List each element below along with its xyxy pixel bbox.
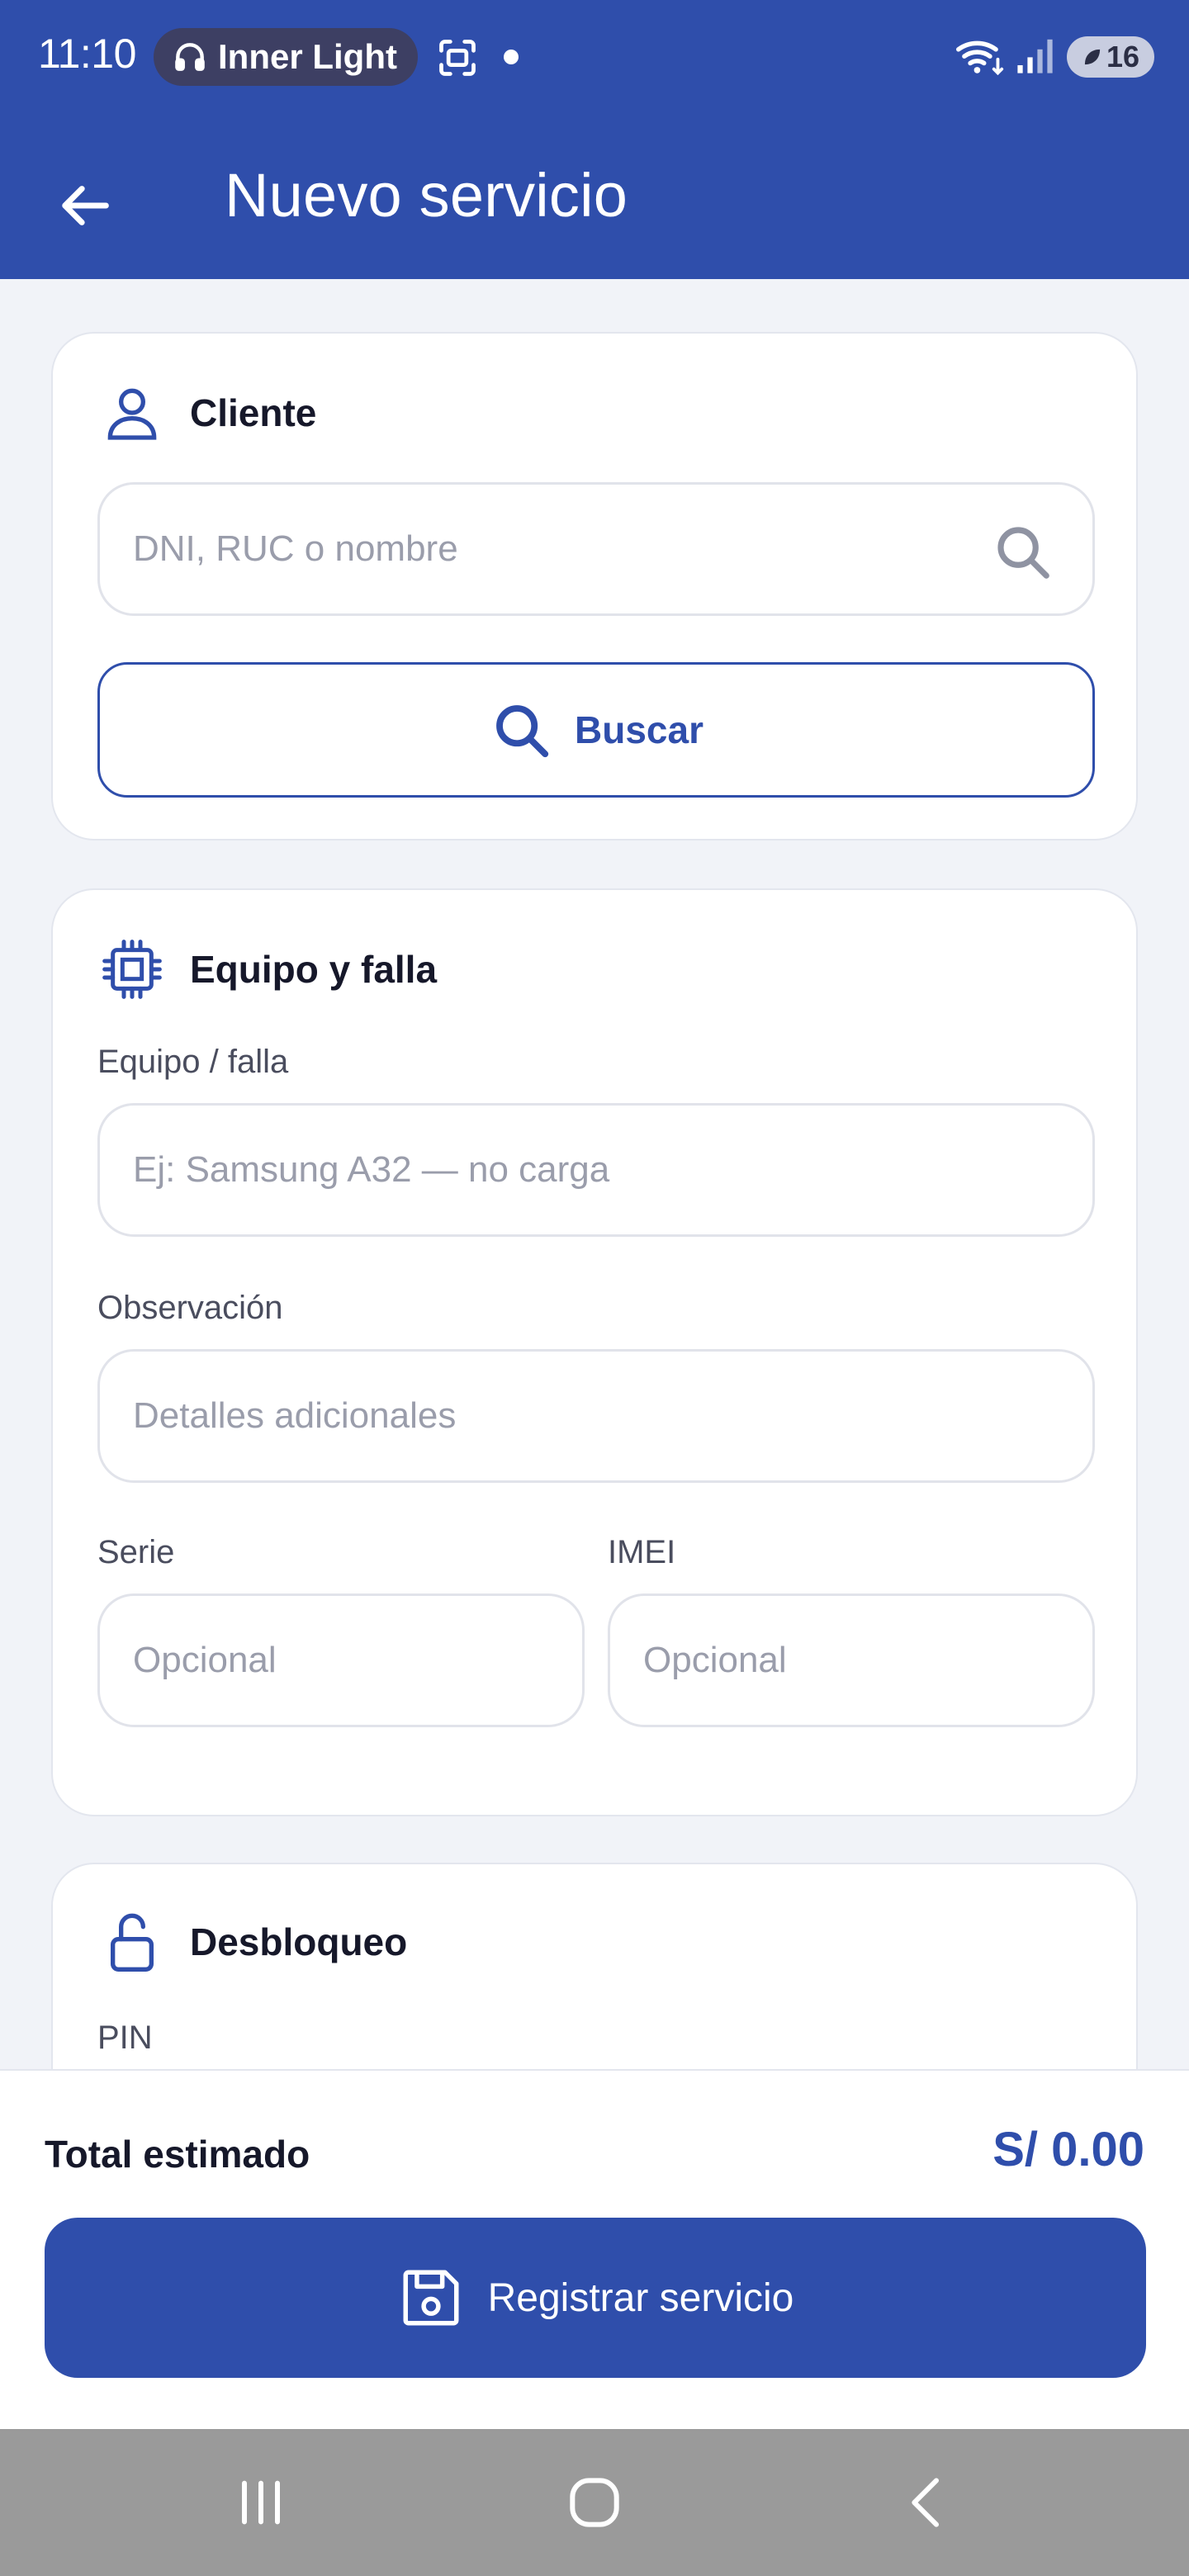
bottom-summary-panel: Total estimado S/ 0.00 Registrar servici…	[0, 2069, 1189, 2429]
wifi-icon	[956, 40, 1004, 76]
desbloqueo-header: Desbloqueo	[99, 1909, 407, 1975]
home-icon	[570, 2478, 619, 2527]
imei-field[interactable]	[608, 1593, 1095, 1727]
equipo-card: Equipo y falla Equipo / falla Observació…	[51, 888, 1138, 1816]
cliente-search-input[interactable]	[133, 528, 1092, 570]
app-bar: Nuevo servicio	[0, 132, 1189, 256]
serie-label: Serie	[97, 1534, 175, 1570]
battery-indicator: 16	[1067, 36, 1154, 78]
buscar-label: Buscar	[575, 708, 703, 751]
imei-label: IMEI	[608, 1534, 676, 1570]
signal-icon	[1017, 39, 1053, 73]
serie-field[interactable]	[97, 1593, 585, 1727]
headphones-icon	[175, 43, 205, 71]
unlock-icon	[111, 1913, 154, 1972]
arrow-left-icon	[62, 186, 109, 225]
pin-label: PIN	[97, 2020, 153, 2056]
buscar-button[interactable]: Buscar	[97, 662, 1095, 798]
equipo-falla-input[interactable]	[133, 1149, 1092, 1191]
status-bar: 11:10 Inner Light 16	[0, 0, 1189, 112]
back-button[interactable]	[51, 170, 122, 241]
equipo-title: Equipo y falla	[190, 948, 438, 991]
cliente-title: Cliente	[190, 391, 317, 434]
registrar-servicio-button[interactable]: Registrar servicio	[45, 2218, 1146, 2378]
screenshot-icon	[439, 40, 476, 76]
total-label: Total estimado	[45, 2133, 310, 2176]
desbloqueo-title: Desbloqueo	[190, 1920, 408, 1963]
equipo-falla-field[interactable]	[97, 1103, 1095, 1237]
equipo-header: Equipo y falla	[99, 936, 437, 1002]
observacion-label: Observación	[97, 1290, 283, 1326]
top-header: 11:10 Inner Light 16 Nuevo servicio	[0, 0, 1189, 279]
recent-apps-icon	[242, 2480, 280, 2525]
page-title: Nuevo servicio	[225, 161, 628, 230]
recent-apps-button[interactable]	[211, 2457, 310, 2548]
save-icon	[403, 2270, 459, 2326]
cliente-card: Cliente Buscar	[51, 332, 1138, 841]
observacion-input[interactable]	[133, 1395, 1092, 1437]
serie-input[interactable]	[133, 1640, 582, 1681]
search-icon	[496, 705, 549, 758]
total-value: S/ 0.00	[992, 2123, 1144, 2176]
battery-saver-leaf-icon	[1084, 49, 1101, 65]
cliente-header: Cliente	[99, 380, 316, 446]
media-indicator[interactable]: Inner Light	[154, 28, 418, 86]
media-title: Inner Light	[218, 37, 397, 76]
registrar-servicio-label: Registrar servicio	[487, 2275, 794, 2320]
notification-dot-icon	[504, 50, 519, 64]
person-icon	[107, 388, 157, 440]
battery-level: 16	[1106, 40, 1140, 73]
status-time: 11:10	[38, 31, 136, 77]
chip-icon	[102, 940, 162, 999]
chevron-left-icon	[912, 2478, 939, 2527]
observacion-field[interactable]	[97, 1349, 1095, 1483]
equipo-falla-label: Equipo / falla	[97, 1044, 289, 1080]
home-button[interactable]	[545, 2457, 644, 2548]
cliente-search-field[interactable]	[97, 482, 1095, 616]
search-icon[interactable]	[990, 519, 1054, 584]
app-screen: 11:10 Inner Light 16 Nuevo servicio Clie…	[0, 0, 1189, 2576]
imei-input[interactable]	[643, 1640, 1092, 1681]
system-back-button[interactable]	[879, 2457, 978, 2548]
system-nav-bar	[0, 2429, 1189, 2576]
